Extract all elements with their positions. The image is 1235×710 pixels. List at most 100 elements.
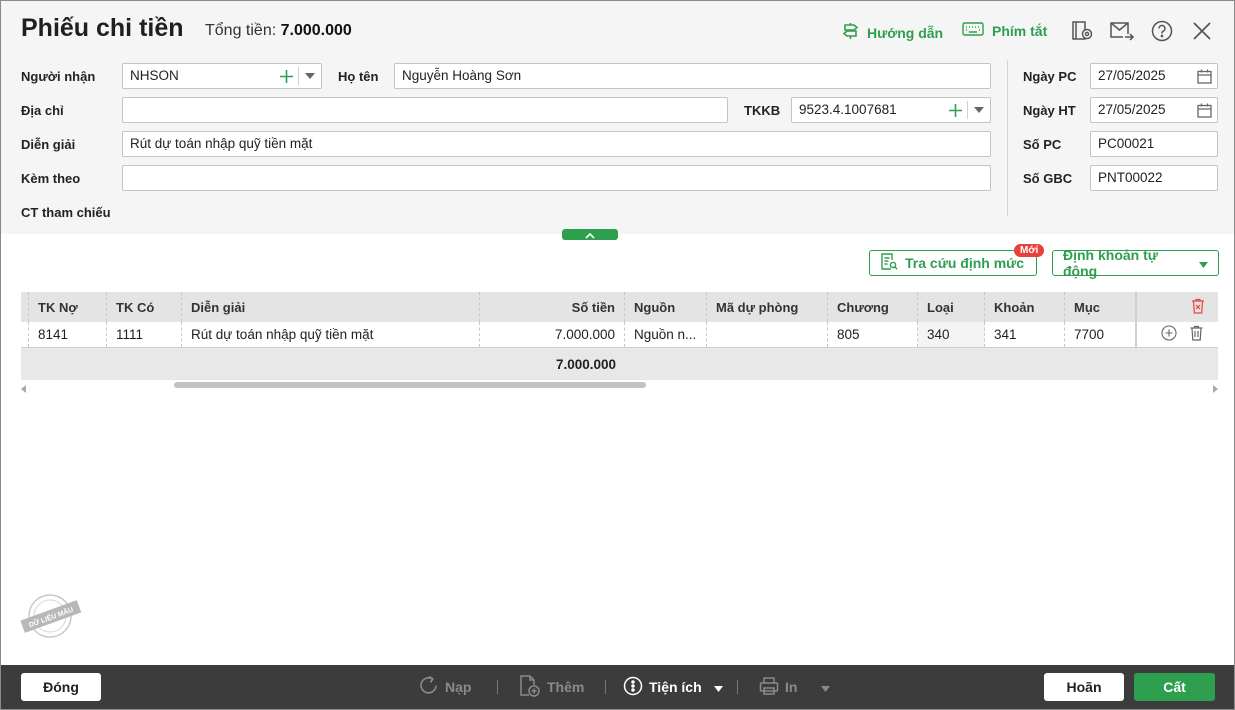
attach-label: Kèm theo <box>21 171 81 186</box>
caret-down-icon <box>821 679 831 695</box>
table-row[interactable]: 8141 1111 Rút dự toán nhập quỹ tiền mặt … <box>21 322 1218 348</box>
cell-type[interactable]: 340 <box>918 322 985 347</box>
description-label: Diễn giải <box>21 137 76 152</box>
tkkb-combo[interactable]: 9523.4.1007681 <box>791 97 991 123</box>
total-value: 7.000.000 <box>280 22 352 39</box>
col-header-reserve-code[interactable]: Mã dự phòng <box>707 292 828 322</box>
lookup-norm-label: Tra cứu định mức <box>905 255 1025 271</box>
row-actions <box>1137 322 1218 347</box>
page-title: Phiếu chi tiền <box>21 14 184 42</box>
col-header-item[interactable]: Khoản <box>985 292 1065 322</box>
tkkb-value: 9523.4.1007681 <box>799 102 897 117</box>
add-recipient-icon[interactable] <box>275 64 297 88</box>
mail-send-icon[interactable] <box>1109 18 1135 44</box>
add-tkkb-icon[interactable] <box>944 98 966 122</box>
toolbar-divider <box>737 680 738 694</box>
form-divider <box>1007 60 1008 216</box>
close-button[interactable]: Đóng <box>21 673 101 701</box>
col-header-tk-co[interactable]: TK Có <box>107 292 182 322</box>
cell-section[interactable]: 7700 <box>1065 322 1137 347</box>
col-header-amount[interactable]: Số tiền <box>480 292 625 322</box>
keyboard-icon <box>962 22 984 39</box>
col-header-description[interactable]: Diễn giải <box>182 292 480 322</box>
save-button[interactable]: Cất <box>1134 673 1215 701</box>
col-header-tk-no[interactable]: TK Nợ <box>29 292 107 322</box>
delete-all-icon[interactable] <box>1190 298 1206 317</box>
no-pc-field[interactable]: PC00021 <box>1090 131 1218 157</box>
calendar-icon[interactable] <box>1193 98 1215 122</box>
sample-data-stamp: DỮ LIỆU MẪU <box>20 592 82 640</box>
recipient-value: NHSON <box>130 68 179 83</box>
date-pc-field[interactable]: 27/05/2025 <box>1090 63 1218 89</box>
row-marker <box>21 292 29 322</box>
chevron-down-icon[interactable] <box>968 98 990 122</box>
address-field[interactable] <box>122 97 728 123</box>
help-icon[interactable] <box>1149 18 1175 44</box>
col-header-source[interactable]: Nguồn <box>625 292 707 322</box>
col-header-section[interactable]: Mục <box>1065 292 1137 322</box>
lookup-norm-button[interactable]: Tra cứu định mức <box>869 250 1037 276</box>
col-header-chapter[interactable]: Chương <box>828 292 918 322</box>
cell-chapter[interactable]: 805 <box>828 322 918 347</box>
toolbar-divider <box>605 680 606 694</box>
fullname-label: Họ tên <box>338 69 379 84</box>
cell-reserve-code[interactable] <box>707 322 828 347</box>
date-pc-value: 27/05/2025 <box>1098 68 1166 83</box>
add-row-icon[interactable] <box>1161 325 1177 344</box>
utility-label: Tiện ích <box>649 679 702 695</box>
attach-field[interactable] <box>122 165 991 191</box>
cell-tk-no[interactable]: 8141 <box>29 322 107 347</box>
no-gbc-field[interactable]: PNT00022 <box>1090 165 1218 191</box>
no-gbc-label: Số GBC <box>1023 171 1073 186</box>
postpone-button[interactable]: Hoãn <box>1044 673 1124 701</box>
description-field[interactable]: Rút dự toán nhập quỹ tiền mặt <box>122 131 991 157</box>
tkkb-label: TKKB <box>744 103 781 118</box>
cell-description[interactable]: Rút dự toán nhập quỹ tiền mặt <box>182 322 480 347</box>
address-label: Địa chỉ <box>21 103 64 118</box>
scrollbar-thumb[interactable] <box>174 382 646 388</box>
collapse-header-button[interactable] <box>562 229 618 240</box>
chevron-down-icon[interactable] <box>299 64 321 88</box>
recipient-combo[interactable]: NHSON <box>122 63 322 89</box>
print-button[interactable]: In <box>759 665 831 709</box>
close-icon[interactable] <box>1189 18 1215 44</box>
horizontal-scrollbar[interactable] <box>21 380 1218 393</box>
info-circle-icon <box>623 676 643 699</box>
clear-all-cell <box>1137 292 1218 322</box>
total-amount: Tổng tiền: 7.000.000 <box>205 22 352 40</box>
reload-label: Nạp <box>445 679 472 695</box>
total-label: Tổng tiền: <box>205 22 277 39</box>
scroll-left-icon[interactable] <box>21 381 26 396</box>
table-header: TK Nợ TK Có Diễn giải Số tiền Nguồn Mã d… <box>21 292 1218 322</box>
delete-row-icon[interactable] <box>1189 325 1204 344</box>
printer-icon <box>759 676 779 699</box>
total-amount-cell: 7.000.000 <box>555 356 616 372</box>
book-view-icon[interactable] <box>1069 18 1095 44</box>
fullname-field[interactable]: Nguyễn Hoàng Sơn <box>394 63 991 89</box>
date-ht-field[interactable]: 27/05/2025 <box>1090 97 1218 123</box>
date-ht-label: Ngày HT <box>1023 103 1076 118</box>
toolbar-divider <box>497 680 498 694</box>
cell-source[interactable]: Nguồn n... <box>625 322 707 347</box>
cell-amount[interactable]: 7.000.000 <box>480 322 625 347</box>
auto-posting-button[interactable]: Định khoản tự động <box>1052 247 1219 279</box>
cell-item[interactable]: 341 <box>985 322 1065 347</box>
document-add-icon <box>519 674 541 700</box>
footer-toolbar: Đóng Nạp Thêm Tiện ích In Hoãn Cất <box>1 665 1234 709</box>
chevron-up-icon <box>585 227 595 242</box>
new-badge: Mới <box>1014 244 1045 257</box>
shortcut-label: Phím tắt <box>992 22 1048 39</box>
shortcut-link[interactable]: Phím tắt <box>962 22 1047 39</box>
utility-button[interactable]: Tiện ích <box>623 665 723 709</box>
refresh-icon <box>418 675 439 699</box>
print-label: In <box>785 679 798 695</box>
reload-button[interactable]: Nạp <box>418 665 471 709</box>
signpost-icon <box>842 22 859 43</box>
scroll-right-icon[interactable] <box>1213 381 1218 396</box>
col-header-type[interactable]: Loại <box>918 292 985 322</box>
add-button[interactable]: Thêm <box>519 665 584 709</box>
cell-tk-co[interactable]: 1111 <box>107 322 182 347</box>
guide-link[interactable]: Hướng dẫn <box>842 22 943 43</box>
reference-label: CT tham chiếu <box>21 205 111 220</box>
calendar-icon[interactable] <box>1193 64 1215 88</box>
